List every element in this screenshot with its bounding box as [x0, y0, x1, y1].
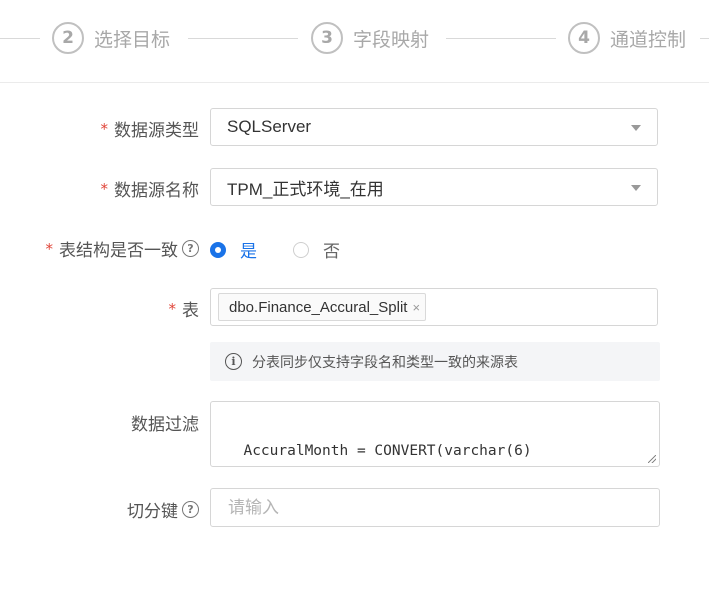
help-icon[interactable]: ?: [182, 501, 199, 518]
radio-unchecked-icon: [293, 241, 309, 258]
step-connector: [446, 38, 556, 39]
schema-consistent-label: * 表结构是否一致 ?: [45, 236, 199, 261]
shard-key-input[interactable]: [226, 496, 659, 519]
datasource-type-select[interactable]: SQLServer: [210, 108, 658, 146]
datasource-type-label: * 数据源类型: [100, 116, 200, 142]
step-number: 2: [52, 22, 84, 54]
data-filter-value: AccuralMonth = CONVERT(varchar(6) ,'${bd…: [243, 443, 532, 459]
required-mark: *: [100, 119, 109, 138]
datasource-name-label: * 数据源名称: [100, 176, 200, 202]
step-label: 选择目标: [94, 28, 171, 51]
required-mark: *: [168, 299, 177, 318]
datasource-name-value: TPM_正式环境_在用: [227, 179, 384, 199]
step-4[interactable]: 4 通道控制: [568, 22, 686, 54]
steps-bar: 2 选择目标 3 字段映射 4 通道控制: [0, 0, 709, 83]
close-icon[interactable]: ×: [412, 300, 420, 315]
radio-yes-label: 是: [240, 242, 257, 262]
step-2[interactable]: 2 选择目标: [52, 22, 170, 54]
step-number: 4: [568, 22, 600, 54]
table-label-text: 表: [182, 301, 199, 321]
caret-down-icon: [631, 185, 641, 191]
table-label: * 表: [168, 296, 200, 322]
datasource-name-label-text: 数据源名称: [114, 181, 199, 201]
table-multi-select[interactable]: dbo.Finance_Accural_Split ×: [210, 288, 658, 326]
radio-no-label: 否: [323, 242, 340, 262]
radio-checked-icon: [210, 241, 226, 258]
step-label: 通道控制: [610, 28, 687, 51]
step-number: 3: [311, 22, 343, 54]
caret-down-icon: [631, 125, 641, 131]
schema-consistent-label-text: 表结构是否一致: [59, 241, 178, 261]
step-connector: [700, 38, 709, 39]
step-3[interactable]: 3 字段映射: [311, 22, 429, 54]
shard-key-input-wrapper: [210, 488, 660, 527]
step-connector: [0, 38, 40, 39]
datasource-type-label-text: 数据源类型: [114, 121, 199, 141]
step-connector: [188, 38, 298, 39]
resize-handle-icon[interactable]: [648, 455, 656, 463]
required-mark: *: [45, 239, 54, 258]
table-tag-text: dbo.Finance_Accural_Split: [229, 298, 408, 316]
info-icon: i: [225, 353, 242, 370]
help-icon[interactable]: ?: [182, 240, 199, 257]
step-label: 字段映射: [353, 28, 430, 51]
radio-yes[interactable]: 是: [210, 237, 257, 262]
data-filter-textarea[interactable]: AccuralMonth = CONVERT(varchar(6) ,'${bd…: [210, 401, 660, 467]
data-filter-label: 数据过滤: [131, 410, 199, 435]
info-text: 分表同步仅支持字段名和类型一致的来源表: [252, 354, 518, 371]
radio-no[interactable]: 否: [293, 237, 340, 262]
table-tag: dbo.Finance_Accural_Split ×: [218, 293, 427, 321]
datasource-type-value: SQLServer: [227, 117, 312, 136]
datasource-name-select[interactable]: TPM_正式环境_在用: [210, 168, 658, 206]
required-mark: *: [100, 179, 109, 198]
data-filter-label-text: 数据过滤: [131, 415, 199, 435]
shard-key-label: 切分键 ?: [127, 497, 199, 522]
schema-consistent-radio-group: 是 否: [210, 237, 376, 262]
shard-key-label-text: 切分键: [127, 502, 178, 522]
info-notice: i 分表同步仅支持字段名和类型一致的来源表: [210, 342, 660, 381]
